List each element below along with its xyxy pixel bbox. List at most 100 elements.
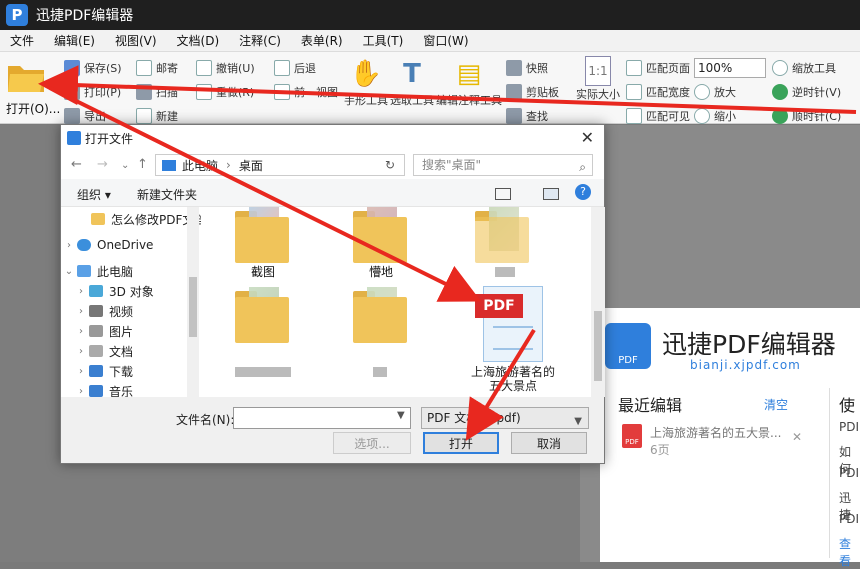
menu-file[interactable]: 文件 <box>0 32 44 49</box>
nav-scroll-thumb[interactable] <box>189 277 197 337</box>
nav-item-3d-objects[interactable]: › 3D 对象 <box>73 281 154 301</box>
nav-item-music[interactable]: › 音乐 <box>73 381 133 397</box>
new-button[interactable]: 新建 <box>136 108 178 124</box>
fit-page-button[interactable]: 匹配页面 <box>626 60 690 76</box>
file-scroll-thumb[interactable] <box>594 311 602 381</box>
menu-edit[interactable]: 编辑(E) <box>44 32 105 49</box>
address-bar[interactable]: 此电脑 › 桌面 <box>155 154 405 176</box>
zoom-in-button[interactable]: 放大 <box>694 84 736 100</box>
folder-item[interactable] <box>235 287 289 345</box>
pdf-file-item[interactable]: PDF <box>475 286 545 366</box>
nav-item-documents[interactable]: › 文档 <box>73 341 133 361</box>
scan-icon <box>136 84 152 100</box>
dialog-title-bar: 打开文件 ✕ <box>61 125 604 151</box>
cancel-button[interactable]: 取消 <box>511 432 587 454</box>
search-input[interactable]: 搜索"桌面" ⌕ <box>413 154 593 176</box>
file-type-select[interactable]: PDF 文档 (*.pdf) ▼ <box>421 407 589 429</box>
close-icon[interactable]: ✕ <box>581 128 594 147</box>
zoom-input[interactable]: 100% <box>694 58 766 78</box>
refresh-icon[interactable]: ↻ <box>385 158 395 172</box>
recent-file-name: 上海旅游著名的五大景... <box>650 426 782 440</box>
options-button[interactable]: 选项... <box>333 432 411 454</box>
hand-icon: ✋ <box>349 59 383 89</box>
search-icon: ⌕ <box>579 160 586 174</box>
recent-file-item[interactable]: PDF 上海旅游著名的五大景... 6页 <box>622 424 781 458</box>
view-options-icon[interactable] <box>495 188 511 200</box>
edit-annotation-tool-button[interactable]: ▤ 编辑注释工具 <box>436 56 502 108</box>
nav-item-videos[interactable]: › 视频 <box>73 301 133 321</box>
title-bar: P 迅捷PDF编辑器 <box>0 0 860 30</box>
back-button[interactable]: 后退 <box>274 60 316 76</box>
menu-window[interactable]: 窗口(W) <box>413 32 478 49</box>
nav-item-onedrive[interactable]: › OneDrive <box>61 235 153 255</box>
export-button[interactable]: 导出 <box>64 108 106 124</box>
scan-button[interactable]: 扫描 <box>136 84 178 100</box>
up-arrow-icon[interactable]: ↑ <box>137 157 148 172</box>
camera-icon <box>506 60 522 76</box>
redo-button[interactable]: 重做(R) <box>196 84 254 100</box>
organize-button[interactable]: 组织 ▾ <box>77 186 111 203</box>
side-link[interactable]: PDI <box>839 512 859 526</box>
chevron-down-icon[interactable]: ▼ <box>397 410 405 421</box>
find-button[interactable]: 查找 <box>506 108 548 124</box>
nav-scrollbar[interactable] <box>187 207 199 397</box>
open-dialog-button[interactable]: 打开 <box>423 432 499 454</box>
clipboard-icon <box>506 84 522 100</box>
save-button[interactable]: 保存(S) <box>64 60 122 76</box>
fit-visible-button[interactable]: 匹配可见 <box>626 108 690 124</box>
zoom-out-button[interactable]: 缩小 <box>694 108 736 124</box>
folder-item[interactable] <box>475 207 529 265</box>
rotate-ccw-button[interactable]: 逆时针(V) <box>772 84 841 100</box>
side-link[interactable]: PDI <box>839 466 859 480</box>
preview-pane-icon[interactable] <box>543 188 559 200</box>
filename-input[interactable] <box>233 407 411 429</box>
clipboard-button[interactable]: 剪贴板 <box>506 84 559 100</box>
help-icon[interactable]: ? <box>575 184 591 200</box>
email-button[interactable]: 邮寄 <box>136 60 178 76</box>
forward-arrow-icon[interactable]: → <box>97 157 108 172</box>
hand-tool-button[interactable]: ✋ 手形工具 <box>344 56 388 108</box>
find-icon <box>506 108 522 124</box>
folder-item[interactable] <box>353 207 407 265</box>
menu-bar: 文件 编辑(E) 视图(V) 文档(D) 注释(C) 表单(R) 工具(T) 窗… <box>0 30 860 52</box>
video-icon <box>89 305 103 317</box>
zoom-tool-button[interactable]: 缩放工具 <box>772 60 836 76</box>
zoom-tool-icon <box>772 60 788 76</box>
fit-width-button[interactable]: 匹配宽度 <box>626 84 690 100</box>
menu-comment[interactable]: 注释(C) <box>229 32 291 49</box>
menu-tools[interactable]: 工具(T) <box>353 32 414 49</box>
save-icon <box>64 60 80 76</box>
undo-button[interactable]: 撤销(U) <box>196 60 255 76</box>
prev-view-button[interactable]: 前一视图 <box>274 84 338 100</box>
side-link[interactable]: 查看 <box>839 535 860 569</box>
menu-document[interactable]: 文档(D) <box>167 32 230 49</box>
breadcrumb-root[interactable]: 此电脑 <box>182 157 218 174</box>
print-button[interactable]: 打印(P) <box>64 84 121 100</box>
select-tool-button[interactable]: T 选取工具 <box>390 56 434 108</box>
nav-item-downloads[interactable]: › 下载 <box>73 361 133 381</box>
folder-item[interactable] <box>353 287 407 345</box>
clear-recent-button[interactable]: 清空 <box>764 396 788 413</box>
nav-item-this-pc[interactable]: ⌄ 此电脑 <box>61 261 133 281</box>
actual-size-button[interactable]: 1:1 实际大小 <box>576 56 620 102</box>
menu-view[interactable]: 视图(V) <box>105 32 167 49</box>
file-scrollbar[interactable] <box>591 207 605 397</box>
snapshot-button[interactable]: 快照 <box>506 60 548 76</box>
nav-item-pictures[interactable]: › 图片 <box>73 321 133 341</box>
open-button[interactable]: 打开(O)... <box>6 100 60 117</box>
back-arrow-icon[interactable]: ← <box>71 157 82 172</box>
nav-item-folder[interactable]: 怎么修改PDF文档 <box>61 209 201 229</box>
brand-url[interactable]: bianji.xjpdf.com <box>690 358 801 372</box>
folder-item-screenshots[interactable] <box>235 207 289 265</box>
open-folder-icon[interactable] <box>6 60 46 94</box>
remove-recent-icon[interactable]: ✕ <box>792 430 802 444</box>
prev-view-icon <box>274 84 290 100</box>
breadcrumb-current[interactable]: 桌面 <box>239 157 263 174</box>
recent-locations-chevron-icon[interactable]: ⌄ <box>121 160 129 171</box>
new-folder-button[interactable]: 新建文件夹 <box>137 186 197 203</box>
rotate-cw-button[interactable]: 顺时针(C) <box>772 108 841 124</box>
side-link[interactable]: PDI <box>839 420 859 434</box>
3d-objects-icon <box>89 285 103 297</box>
computer-icon <box>77 265 91 277</box>
menu-form[interactable]: 表单(R) <box>291 32 353 49</box>
